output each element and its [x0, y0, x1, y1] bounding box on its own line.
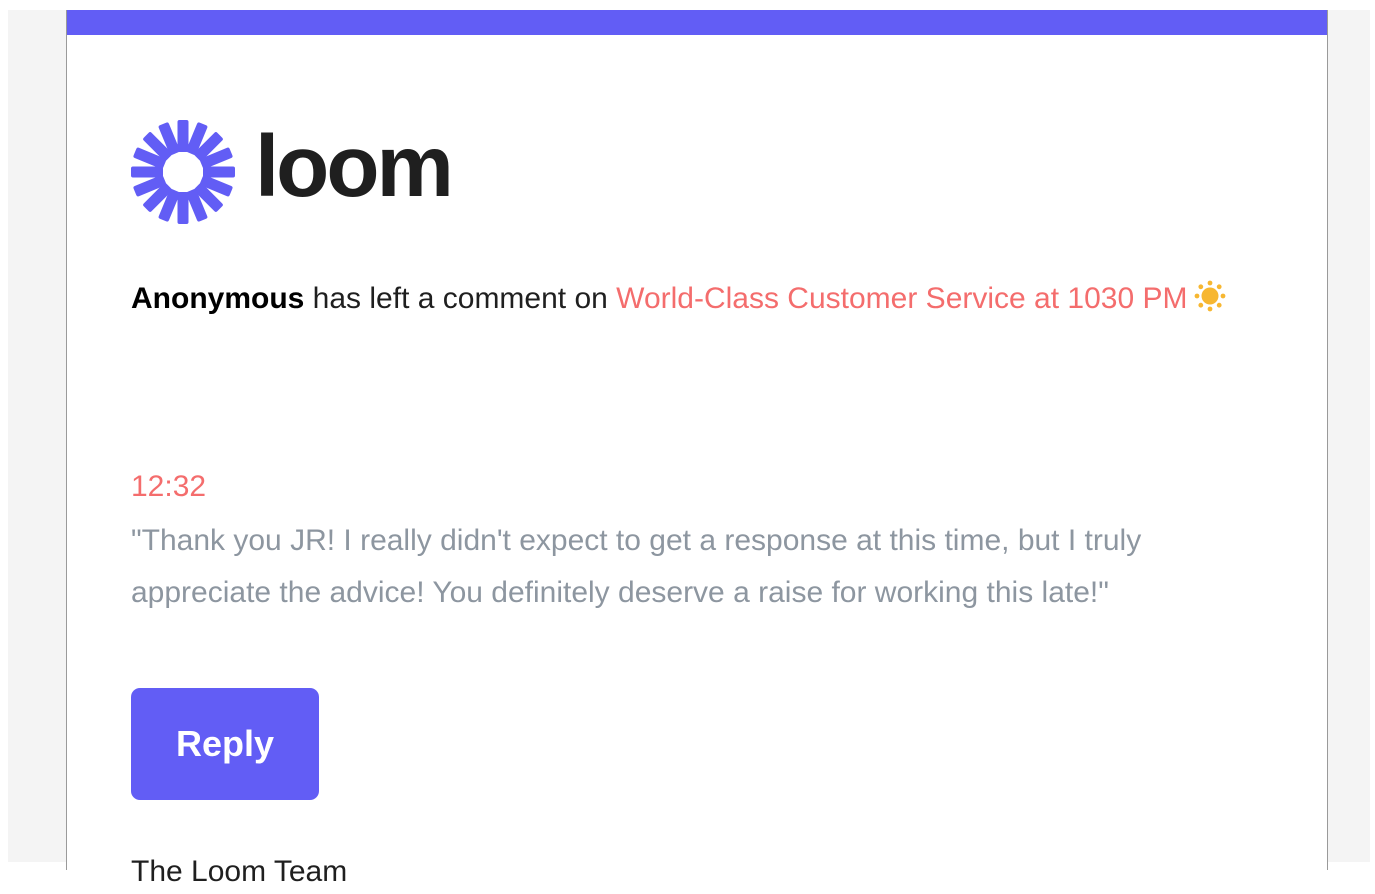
loom-burst-icon — [131, 120, 235, 224]
loom-logo[interactable]: loom — [131, 117, 454, 224]
video-title-link[interactable]: World-Class Customer Service at 1030 PM — [616, 282, 1187, 315]
notification-message: Anonymous has left a comment on World-Cl… — [131, 274, 1281, 324]
sun-icon — [1195, 280, 1226, 312]
notification-action-text: has left a comment on — [304, 282, 617, 315]
email-card: loom Anonymous has left a comment on Wor… — [66, 10, 1328, 888]
brand-top-bar — [67, 10, 1327, 35]
video-title: World-Class Customer Service at 1030 PM — [616, 282, 1188, 315]
reply-button[interactable]: Reply — [131, 688, 319, 800]
comment-text: "Thank you JR! I really didn't expect to… — [131, 524, 1142, 609]
loom-wordmark: loom — [255, 117, 454, 215]
comment-author: Anonymous — [131, 282, 305, 315]
comment-timestamp-link[interactable]: 12:32 — [131, 465, 206, 509]
footer-signature: The Loom Team — [131, 855, 348, 888]
